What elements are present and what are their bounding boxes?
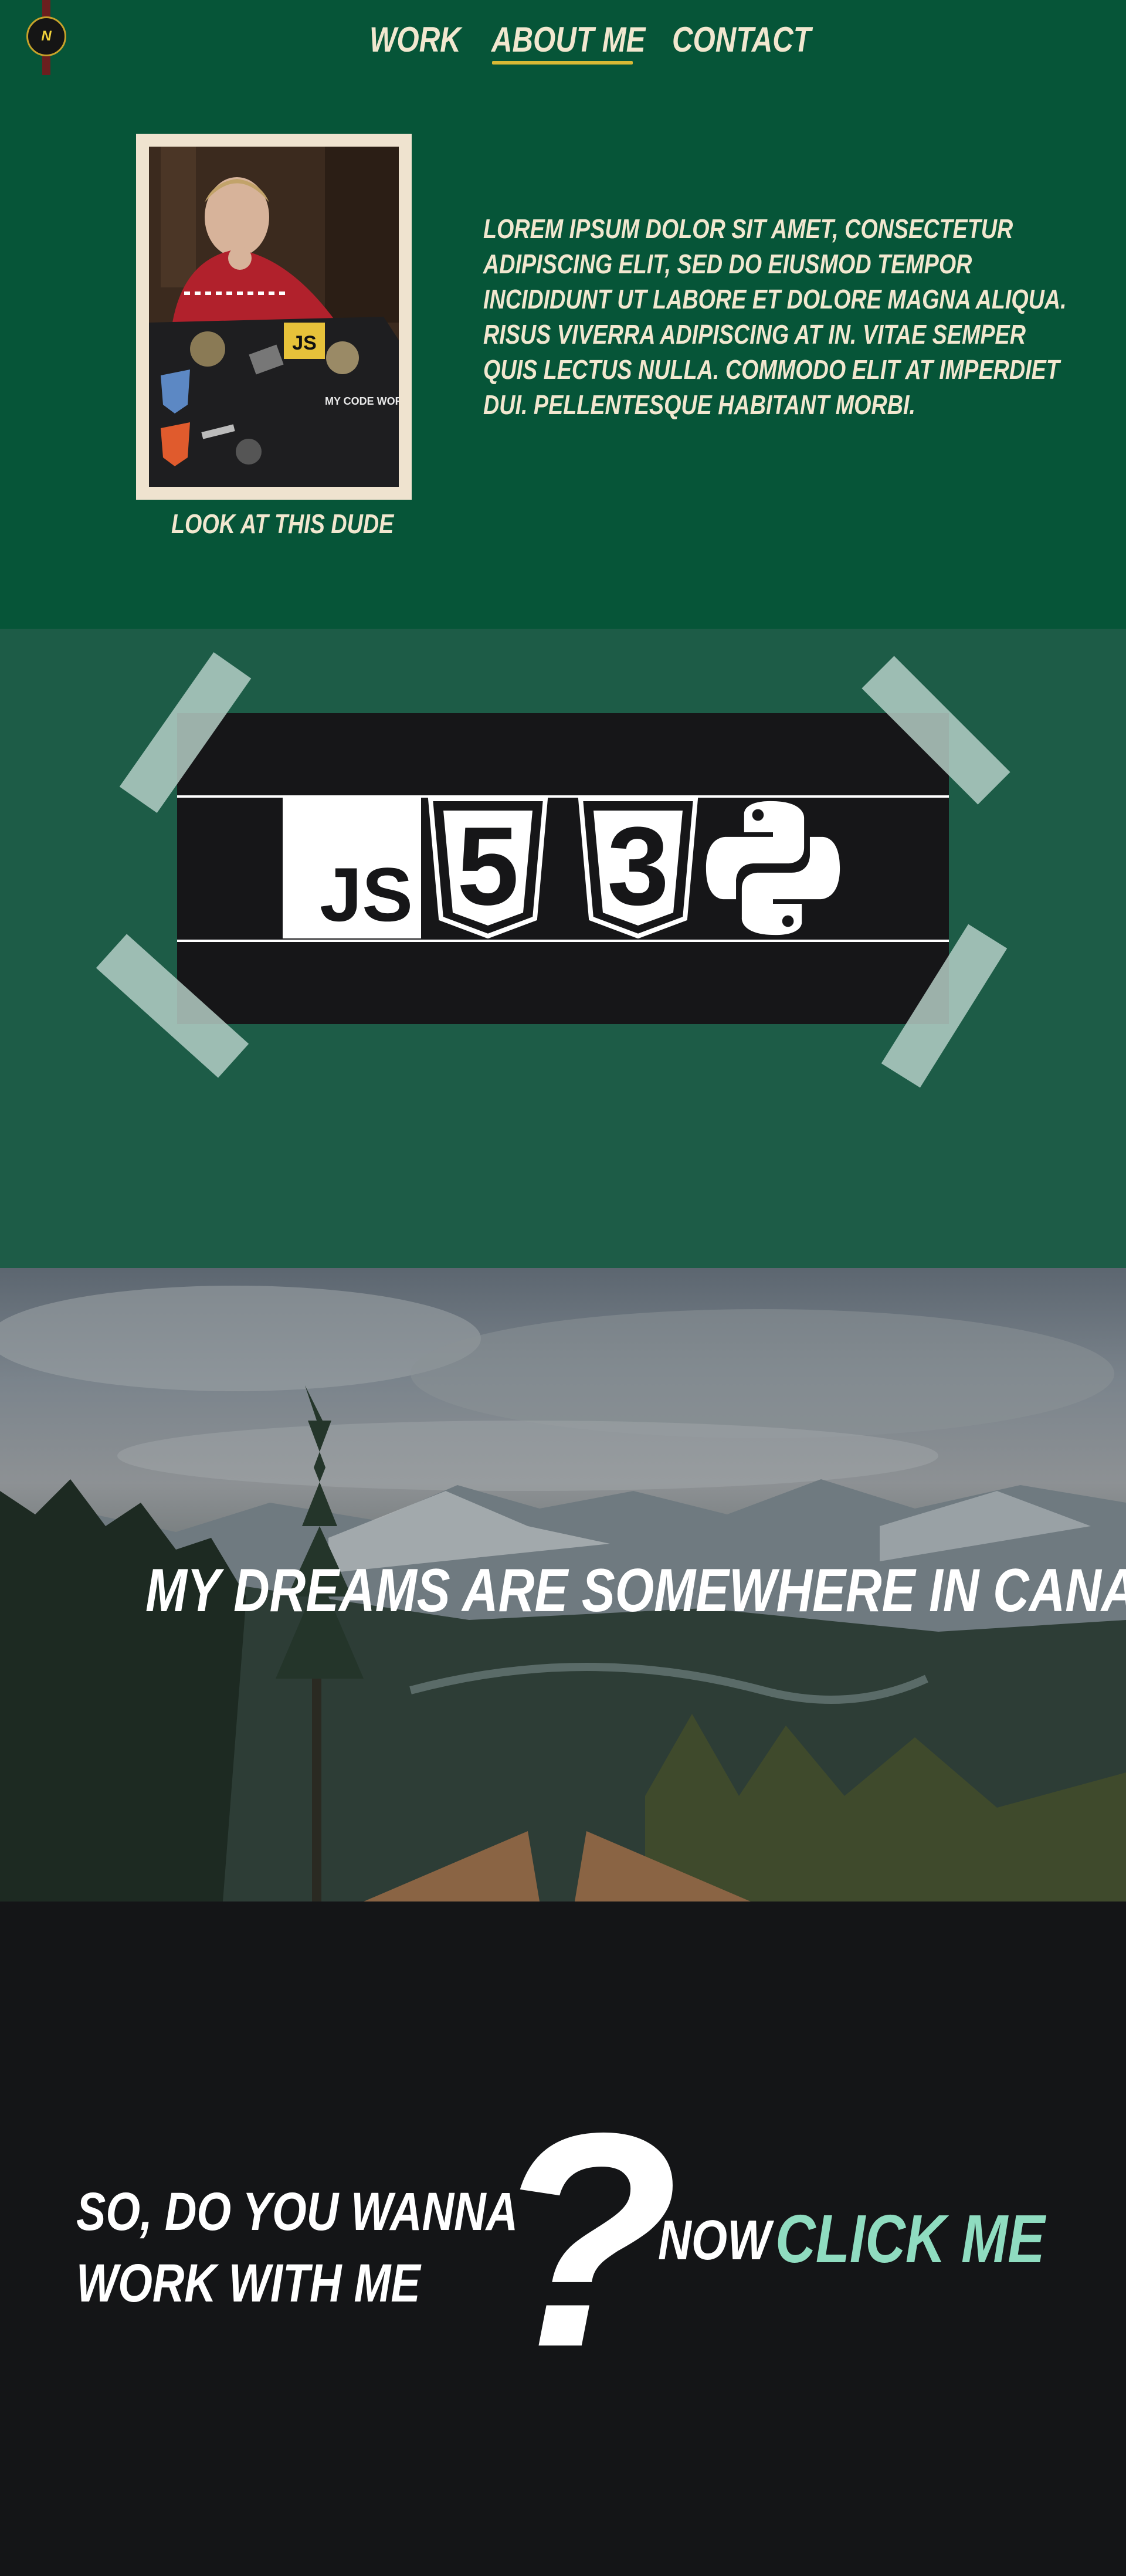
nav-work[interactable]: WORK (369, 18, 461, 62)
python-icon (706, 801, 840, 936)
javascript-icon: JS (283, 798, 421, 938)
photo-illustration: JS MY CODE WORKS (149, 147, 399, 487)
css3-icon: 3 (578, 798, 698, 938)
cta-question-line2: WORK WITH ME (76, 2253, 420, 2313)
canada-title: MY DREAMS ARE SOMEWHERE IN CANADA (145, 1557, 1126, 1625)
nav-about-me[interactable]: ABOUT ME (491, 18, 645, 62)
about-body-line: ADIPISCING ELIT, SED DO EIUSMOD TEMPOR (483, 249, 972, 279)
nav-contact[interactable]: CONTACT (672, 18, 811, 62)
photo-caption: LOOK AT THIS DUDE (171, 509, 394, 539)
html5-icon: 5 (428, 798, 548, 938)
profile-photo-frame: JS MY CODE WORKS (136, 134, 412, 500)
css3-digit: 3 (607, 804, 669, 928)
banner-rule-bottom (177, 940, 949, 942)
about-body-line: QUIS LECTUS NULLA. COMMODO ELIT AT IMPER… (483, 354, 1060, 385)
about-body-line: RISUS VIVERRA ADIPISCING AT IN. VITAE SE… (483, 319, 1026, 350)
click-me-link[interactable]: CLICK ME (775, 2201, 1045, 2277)
about-body-line: LOREM IPSUM DOLOR SIT AMET, CONSECTETUR (483, 213, 1013, 244)
about-body-line: DUI. PELLENTESQUE HABITANT MORBI. (483, 389, 915, 420)
about-body-line: INCIDIDUNT UT LABORE ET DOLORE MAGNA ALI… (483, 284, 1067, 314)
main-nav: WORK ABOUT ME CONTACT (0, 18, 1126, 65)
laptop-sticker-text: MY CODE WORKS (325, 395, 399, 407)
cta-now-label: NOW (658, 2209, 771, 2272)
cta-question-line1: SO, DO YOU WANNA (76, 2182, 518, 2242)
laptop-sticker-js: JS (292, 332, 317, 354)
html5-digit: 5 (457, 804, 519, 928)
canada-section: MY DREAMS ARE SOMEWHERE IN CANADA (0, 1268, 1126, 1902)
profile-photo: JS MY CODE WORKS (149, 147, 399, 487)
about-section: N WORK ABOUT ME CONTACT JS MY CODE WO LO… (0, 0, 1126, 629)
question-mark-icon: ? (493, 2070, 679, 2411)
about-body: LOREM IPSUM DOLOR SIT AMET, CONSECTETUR … (483, 211, 1070, 422)
nav-active-underline (492, 61, 633, 65)
javascript-label: JS (319, 852, 413, 937)
